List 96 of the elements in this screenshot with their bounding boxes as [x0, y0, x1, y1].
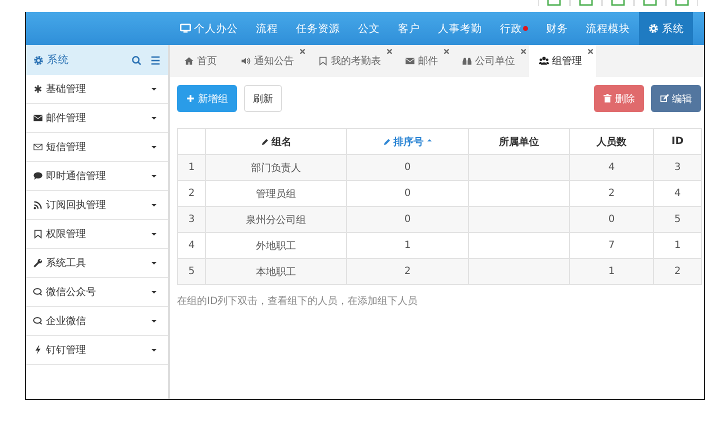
sidebar-item[interactable]: 基础管理	[26, 75, 168, 104]
row-number: 1	[178, 154, 206, 180]
trash-icon	[603, 94, 612, 103]
envelope-icon	[33, 142, 43, 152]
chat-icon	[33, 287, 43, 297]
tab[interactable]: 通知公告	[231, 45, 308, 77]
sidebar-label: 权限管理	[46, 228, 86, 241]
sidebar-item[interactable]: 邮件管理	[26, 104, 168, 133]
sidebar-label: 订阅回执管理	[46, 198, 106, 212]
table-cell: 部门负责人	[206, 154, 346, 180]
sidebar-item[interactable]: 企业微信	[26, 307, 168, 336]
sidebar-label: 基础管理	[46, 82, 86, 96]
sidebar-label: 企业微信	[46, 314, 86, 328]
lightning-icon	[33, 345, 43, 355]
nav-item[interactable]: 流程	[247, 12, 287, 45]
gear-icon	[33, 54, 44, 66]
plus-icon	[186, 94, 195, 103]
table-cell: 1	[570, 258, 654, 284]
sidebar-label: 钉钉管理	[46, 344, 86, 357]
nav-item[interactable]: 任务资源	[287, 12, 349, 45]
tab[interactable]: 组管理	[529, 45, 596, 77]
tab[interactable]: 我的考勤表	[308, 45, 395, 77]
column-header[interactable]: 排序号	[346, 128, 468, 154]
close-icon[interactable]	[443, 48, 450, 55]
nav-item[interactable]: 系统	[639, 12, 693, 45]
binoculars-icon	[462, 56, 472, 66]
table-cell: 0	[570, 206, 654, 232]
table-cell: 3	[654, 154, 702, 180]
table-cell: 0	[346, 154, 468, 180]
toolbar-icon[interactable]	[634, 0, 666, 6]
gear-icon	[648, 23, 659, 34]
column-header[interactable]: 组名	[206, 128, 346, 154]
pencil-icon	[260, 138, 268, 146]
users-icon	[539, 56, 549, 66]
home-icon	[184, 56, 194, 66]
sidebar-item[interactable]: 订阅回执管理	[26, 191, 168, 220]
sidebar-item[interactable]: 钉钉管理	[26, 336, 168, 365]
sidebar-label: 邮件管理	[46, 112, 86, 125]
sidebar-label: 微信公众号	[46, 286, 96, 299]
asterisk-icon	[33, 84, 43, 94]
close-icon[interactable]	[587, 48, 594, 55]
menu-icon[interactable]	[150, 54, 161, 66]
table-cell: 0	[346, 206, 468, 232]
search-icon[interactable]	[131, 54, 142, 66]
bookmark-icon	[33, 229, 43, 239]
toolbar-icon[interactable]	[538, 0, 570, 6]
nav-item[interactable]: 财务	[537, 12, 577, 45]
hint-text: 在组的ID列下双击，查看组下的人员，在添加组下人员	[177, 294, 419, 308]
table-cell: 泉州分公司组	[206, 206, 346, 232]
close-icon[interactable]	[386, 48, 393, 55]
chat-icon	[33, 316, 43, 326]
tab[interactable]: 首页	[174, 45, 231, 77]
nav-item[interactable]: 人事考勤	[429, 12, 491, 45]
toolbar-icon[interactable]	[570, 0, 602, 6]
speech-bubble-icon	[33, 171, 43, 181]
row-number: 3	[178, 206, 206, 232]
bookmark-icon	[318, 56, 328, 66]
tab[interactable]: 公司单位	[452, 45, 529, 77]
table-cell: 本地职工	[206, 258, 346, 284]
add-group-button[interactable]: 新增组	[177, 85, 237, 112]
row-number: 5	[178, 258, 206, 284]
nav-item[interactable]: 公文	[349, 12, 389, 45]
envelope-icon	[405, 56, 415, 66]
sidebar-title: 系统	[47, 53, 69, 67]
sidebar-label: 短信管理	[46, 141, 86, 154]
delete-button[interactable]: 删除	[594, 85, 644, 112]
table-cell: 5	[654, 206, 702, 232]
tab[interactable]: 邮件	[395, 45, 452, 77]
pencil-icon	[382, 138, 390, 146]
rss-icon	[33, 200, 43, 210]
close-icon[interactable]	[299, 48, 306, 55]
sidebar-item[interactable]: 微信公众号	[26, 278, 168, 307]
toolbar-icon[interactable]	[666, 0, 698, 6]
table-cell: 4	[570, 154, 654, 180]
sidebar-label: 即时通信管理	[46, 170, 106, 183]
table-cell: 2	[346, 258, 468, 284]
speaker-icon	[241, 56, 251, 66]
nav-item[interactable]: 流程模块	[577, 12, 639, 45]
sidebar-item[interactable]: 系统工具	[26, 249, 168, 278]
edit-button[interactable]: 编辑	[651, 85, 701, 112]
monitor-icon	[180, 23, 191, 34]
sidebar-label: 系统工具	[46, 256, 86, 270]
table-cell: 2	[654, 258, 702, 284]
edit-icon	[660, 94, 669, 103]
nav-item[interactable]: 个人办公	[171, 12, 247, 45]
refresh-button[interactable]: 刷新	[244, 85, 282, 112]
envelope-icon	[33, 113, 43, 123]
sidebar-item[interactable]: 权限管理	[26, 220, 168, 249]
sort-caret-icon	[426, 136, 432, 144]
sidebar-item[interactable]: 短信管理	[26, 133, 168, 162]
close-icon[interactable]	[520, 48, 527, 55]
nav-item[interactable]: 行政	[491, 12, 537, 45]
nav-item[interactable]: 客户	[389, 12, 429, 45]
toolbar-icon[interactable]	[602, 0, 634, 6]
sidebar-item[interactable]: 即时通信管理	[26, 162, 168, 191]
wrench-icon	[33, 258, 43, 268]
